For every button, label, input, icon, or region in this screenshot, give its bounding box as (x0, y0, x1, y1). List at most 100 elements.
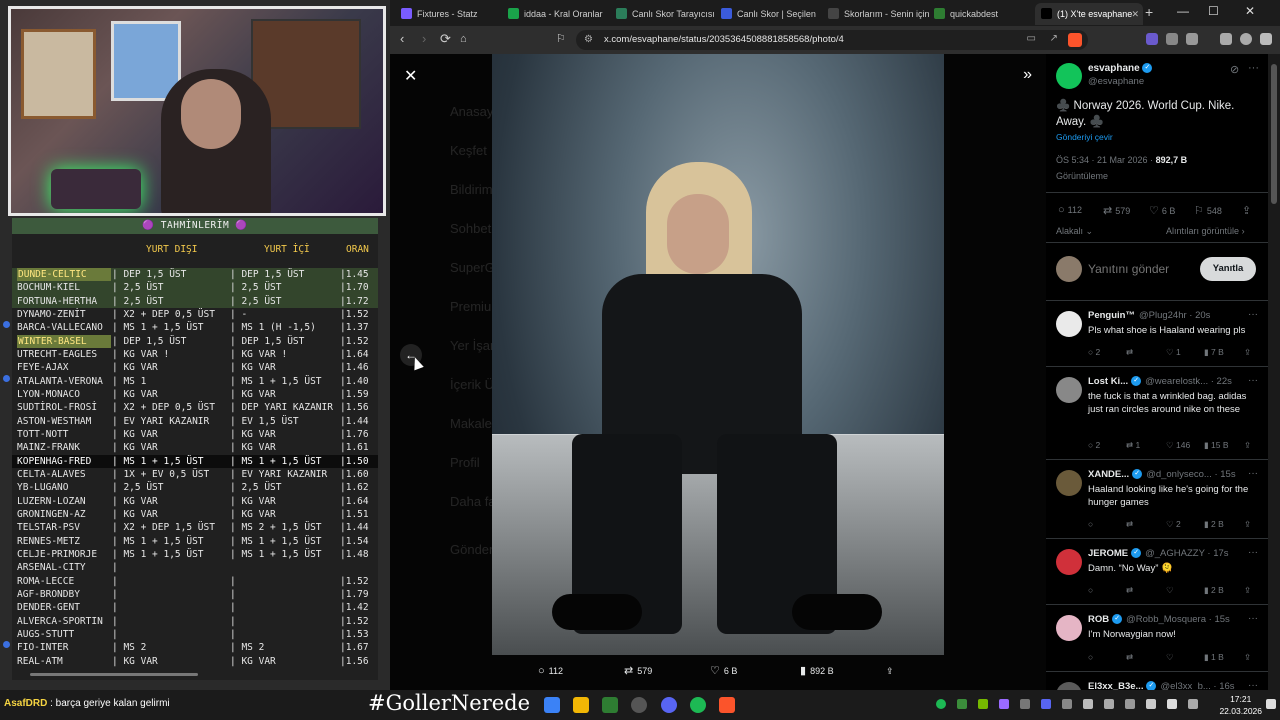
reply-action[interactable]: ♡ (1166, 652, 1174, 663)
url-text[interactable]: x.com/esvaphane/status/20353645088818585… (604, 30, 844, 50)
reply-item[interactable]: JEROME ✓ @_AGHAZZY · 17s ··· Damn. “No Way” … (1046, 538, 1268, 604)
repost-stat[interactable]: ⇄ 579 (1103, 204, 1130, 217)
browser-tab[interactable]: iddaa - Kral Oranlar (502, 3, 610, 25)
reply-avatar[interactable] (1056, 549, 1082, 575)
reply-item[interactable]: Lost Ki... ✓ @wearelostk... · 22s ··· the fu… (1046, 366, 1268, 459)
bookmark-icon[interactable]: ⚐ (556, 32, 566, 46)
reply-stat[interactable]: ○ 112 (1058, 204, 1082, 216)
share-icon[interactable]: ⇪ (1244, 347, 1251, 358)
minimize-icon[interactable]: — (1177, 4, 1189, 18)
share-icon[interactable]: ↗ (1050, 33, 1058, 44)
address-bar[interactable]: ⚙ x.com/esvaphane/status/203536450888185… (576, 30, 1088, 50)
tray-spotify-icon[interactable] (936, 699, 946, 709)
reply-item[interactable]: El3xx_B3e... ✓ @el3xx_b... · 16s ··· (1046, 671, 1268, 690)
photo-like-button[interactable]: ♡ 6 B (710, 663, 737, 679)
reply-avatar[interactable] (1056, 377, 1082, 403)
reply-action[interactable]: ▮ 1 B (1204, 652, 1224, 663)
browser-tab[interactable]: (1) X'te esvaphane ✕ (1035, 3, 1143, 25)
reply-action[interactable]: ♡ 1 (1166, 347, 1181, 358)
photo-share-icon[interactable]: ⇪ (886, 663, 894, 679)
reply-action[interactable]: ▮ 15 B (1204, 440, 1229, 451)
tray-settings-icon[interactable] (1083, 699, 1093, 709)
tray-nvidia-icon[interactable] (978, 699, 988, 709)
share-icon[interactable]: ⇪ (1244, 652, 1251, 663)
photo-views-button[interactable]: ▮ 892 B (800, 663, 834, 679)
reply-avatar[interactable] (1056, 311, 1082, 337)
share-icon[interactable]: ⇪ (1244, 440, 1251, 451)
menu-icon[interactable] (1260, 33, 1272, 45)
photo-repost-button[interactable]: ⇄ 579 (624, 663, 652, 679)
reply-item[interactable]: XANDE... ✓ @d_onlyseco... · 15s ··· Haaland … (1046, 459, 1268, 538)
photo-reply-button[interactable]: ○ 112 (538, 663, 563, 679)
reply-action[interactable]: ○ (1088, 519, 1093, 529)
reply-action[interactable]: ⇄ (1126, 347, 1133, 358)
more-options-icon[interactable]: ··· (1248, 375, 1258, 386)
more-options-icon[interactable]: ··· (1248, 62, 1259, 74)
esvaphane-avatar[interactable] (1056, 63, 1082, 89)
tray-steam-icon[interactable] (1062, 699, 1072, 709)
puzzle-icon[interactable] (1166, 33, 1178, 45)
home-icon[interactable]: ⌂ (460, 32, 467, 46)
discord-icon[interactable] (661, 697, 677, 713)
reply-action[interactable]: ○ 2 (1088, 347, 1100, 357)
author-handle[interactable]: @esvaphane (1088, 76, 1144, 87)
author-name[interactable]: esvaphane (1088, 63, 1140, 74)
share-icon[interactable]: ⇪ (1244, 585, 1251, 596)
back-icon[interactable]: ‹ (400, 32, 404, 46)
reply-action[interactable]: ○ (1088, 652, 1093, 662)
window-close-icon[interactable]: ✕ (1245, 4, 1255, 18)
sort-dropdown[interactable]: Alakalı ⌄ (1056, 226, 1093, 237)
more-options-icon[interactable]: ··· (1248, 468, 1258, 479)
reply-author-handle[interactable]: @wearelostk... · 22s (1145, 376, 1232, 387)
browser-tab[interactable]: quickabdest (928, 3, 1036, 25)
reply-action[interactable]: ⇄ (1126, 585, 1133, 596)
reply-avatar[interactable] (1056, 615, 1082, 641)
reply-author-handle[interactable]: @Plug24hr · 20s (1139, 310, 1210, 321)
scrollbar-thumb[interactable] (1271, 64, 1277, 204)
tray-battery-icon[interactable] (1188, 699, 1198, 709)
screen-cast-icon[interactable]: ▭ (1027, 33, 1036, 44)
reply-author-handle[interactable]: @Robb_Mosquera · 15s (1126, 614, 1230, 625)
reply-author-handle[interactable]: @d_onlyseco... · 15s (1146, 469, 1235, 480)
site-info-icon[interactable]: ⚙ (584, 34, 593, 45)
bookmark-stat[interactable]: ⚐ 548 (1194, 204, 1222, 217)
obs-icon[interactable] (631, 697, 647, 713)
system-clock[interactable]: 17:21 22.03.2026 (1219, 693, 1262, 717)
share-icon[interactable]: ⇪ (1244, 519, 1251, 530)
new-tab-button[interactable]: + (1145, 4, 1153, 20)
more-options-icon[interactable]: ··· (1248, 309, 1258, 320)
reply-action[interactable]: ○ 2 (1088, 440, 1100, 450)
more-options-icon[interactable]: ··· (1248, 613, 1258, 624)
browser-tab[interactable]: Canlı Skor Tarayıcısı (610, 3, 718, 25)
reply-action[interactable]: ▮ 2 B (1204, 519, 1224, 530)
reply-author-name[interactable]: JEROME (1088, 548, 1128, 559)
tray-app-icon[interactable] (957, 699, 967, 709)
expand-sidebar-icon[interactable]: » (1023, 66, 1032, 84)
reply-button[interactable]: Yanıtla (1200, 257, 1256, 281)
extension-icon[interactable] (1146, 33, 1158, 45)
tab-close-icon[interactable]: ✕ (1131, 3, 1139, 25)
sidebar-toggle-icon[interactable] (1220, 33, 1232, 45)
notepad-icon[interactable] (602, 697, 618, 713)
tray-speaker-icon[interactable] (1167, 699, 1177, 709)
tray-arrow-icon[interactable] (1125, 699, 1135, 709)
reply-avatar[interactable] (1056, 682, 1082, 690)
reply-avatar[interactable] (1056, 470, 1082, 496)
brave-shield-icon[interactable] (1068, 33, 1082, 47)
notification-icon[interactable] (1266, 699, 1276, 709)
tray-volume-icon[interactable] (1104, 699, 1114, 709)
vpn-icon[interactable] (1240, 33, 1252, 45)
tray-network-icon[interactable] (1146, 699, 1156, 709)
tweet-photo[interactable] (492, 54, 944, 655)
reply-action[interactable]: ○ (1088, 585, 1093, 595)
reply-author-name[interactable]: Lost Ki... (1088, 376, 1128, 387)
reply-action[interactable]: ♡ 2 (1166, 519, 1181, 530)
tray-pen-icon[interactable] (999, 699, 1009, 709)
spotify-icon[interactable] (690, 697, 706, 713)
tweet-time[interactable]: ÖS 5:34 · 21 Mar 2026 · (1056, 155, 1156, 165)
reply-input[interactable] (1088, 258, 1196, 280)
reply-author-name[interactable]: El3xx_B3e... (1088, 681, 1143, 690)
reload-icon[interactable]: ⟳ (440, 32, 451, 46)
close-viewer-icon[interactable]: ✕ (404, 66, 417, 86)
more-options-icon[interactable]: ··· (1248, 547, 1258, 558)
